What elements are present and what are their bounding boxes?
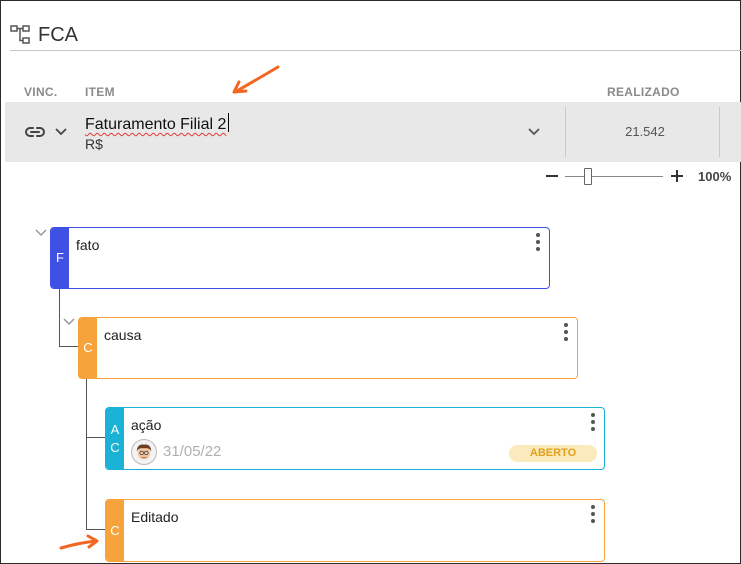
page-title: FCA [38, 23, 78, 46]
more-vert-icon[interactable] [563, 323, 569, 343]
column-separator [719, 107, 720, 157]
acao-card[interactable]: A C ação 31/05/22 ABERTO [105, 407, 605, 470]
more-vert-icon[interactable] [535, 233, 541, 253]
zoom-level: 100% [698, 169, 732, 184]
vinc-chevron-down-icon[interactable] [54, 126, 68, 138]
card-type-letter: F [56, 250, 64, 265]
tree-connector [59, 346, 79, 347]
column-header-realizado: REALIZADO [607, 85, 680, 99]
card-type-letter: C [83, 340, 93, 355]
card-text: fato [76, 237, 100, 253]
collapse-fato-chevron-icon[interactable] [34, 228, 48, 238]
page-header: FCA [10, 22, 78, 48]
tree-connector [86, 437, 105, 438]
due-date: 31/05/22 [163, 443, 222, 460]
item-name-input[interactable]: Faturamento Filial 2 [85, 113, 230, 134]
zoom-slider-thumb[interactable] [584, 168, 592, 185]
tree-connector [86, 378, 87, 529]
card-type-letter: C [110, 522, 120, 538]
realizado-value: 21.542 [625, 124, 665, 139]
card-type-letter: C [110, 439, 120, 455]
card-text: ação [131, 417, 162, 433]
annotation-arrow-icon [59, 534, 99, 550]
more-vert-icon[interactable] [590, 505, 596, 525]
card-text: Editado [131, 509, 179, 525]
column-header-vinc: VINC. [24, 85, 58, 99]
column-separator [565, 107, 566, 157]
annotation-arrow-icon [232, 65, 280, 94]
card-type-badge: C [106, 500, 124, 561]
card-type-badge: A C [106, 408, 124, 469]
causa-card[interactable]: C causa [78, 317, 578, 379]
status-badge: ABERTO [509, 445, 597, 462]
header-divider [10, 50, 741, 51]
item-unit: R$ [85, 136, 103, 152]
card-type-badge: C [79, 318, 97, 378]
editado-card[interactable]: C Editado [105, 499, 605, 562]
avatar [131, 439, 157, 465]
zoom-out-icon[interactable] [545, 168, 559, 184]
text-cursor [228, 113, 230, 132]
column-header-item: ITEM [85, 85, 115, 99]
more-vert-icon[interactable] [590, 413, 596, 433]
tree-connector [59, 288, 60, 347]
link-icon[interactable] [24, 122, 46, 142]
tree-connector [86, 529, 105, 530]
collapse-causa-chevron-icon[interactable] [62, 317, 76, 327]
item-row: Faturamento Filial 2 R$ 21.542 [5, 102, 741, 162]
card-text: causa [104, 327, 142, 343]
fato-card[interactable]: F fato [50, 227, 550, 289]
hierarchy-icon [10, 25, 30, 44]
card-type-badge: F [51, 228, 69, 288]
item-chevron-down-icon[interactable] [527, 126, 541, 138]
card-type-letter: A [110, 421, 120, 437]
avatar-face-icon [136, 444, 152, 460]
zoom-slider-track[interactable] [565, 176, 663, 177]
item-name-text: Faturamento Filial 2 [85, 116, 227, 133]
zoom-in-icon[interactable] [670, 168, 684, 184]
